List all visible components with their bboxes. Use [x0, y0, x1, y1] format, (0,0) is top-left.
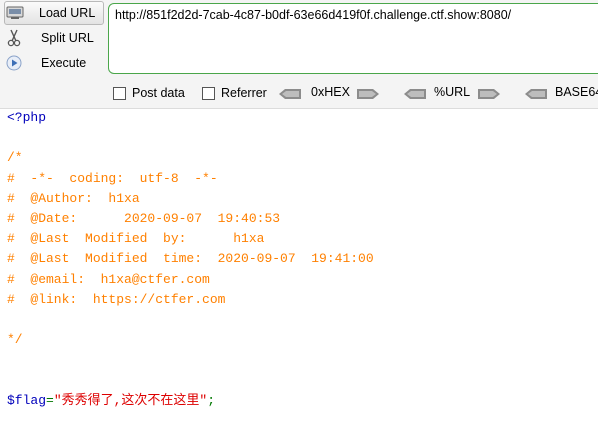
assign-operator: = [46, 392, 54, 408]
options-bar: Post data Referrer 0xHEX %URL BASE64 [0, 82, 598, 104]
php-open-tag: <?php [7, 110, 47, 125]
code-line: # @Last Modified time: 2020-09-07 19:41:… [7, 249, 598, 269]
referrer-checkbox-box[interactable] [202, 86, 215, 100]
hex-encode-arrow-icon[interactable] [357, 88, 379, 102]
execute-button[interactable]: Execute [4, 52, 102, 74]
base64-label: BASE64 [555, 85, 598, 99]
comment-open: /* [7, 150, 23, 166]
comment-date: # @Date: 2020-09-07 19:40:53 [7, 210, 281, 226]
scissors-icon [4, 29, 24, 47]
code-line: # @link: https://ctfer.com [7, 290, 598, 310]
comment-modified-by: # @Last Modified by: h1xa [7, 231, 265, 247]
play-icon [4, 54, 24, 72]
comment-email: # @email: h1xa@ctfer.com [7, 271, 210, 287]
code-line: # @email: h1xa@ctfer.com [7, 270, 598, 290]
hex-label: 0xHEX [311, 85, 350, 99]
url-encode-arrow-icon[interactable] [478, 88, 500, 102]
base64-decode-arrow-icon[interactable] [525, 88, 547, 102]
code-line: # -*- coding: utf-8 -*- [7, 169, 598, 189]
load-url-button[interactable]: Load URL [4, 1, 104, 25]
flag-string: "秀秀得了,这次不在这里" [53, 392, 208, 408]
url-encode-label: %URL [434, 85, 471, 99]
flag-variable: $flag [7, 392, 47, 408]
post-data-checkbox-box[interactable] [113, 86, 126, 100]
comment-coding: # -*- coding: utf-8 -*- [7, 170, 218, 186]
code-line: # @Author: h1xa [7, 189, 598, 209]
php-source-view: <?php /* # -*- coding: utf-8 -*- # @Auth… [0, 108, 598, 432]
url-input[interactable]: http://851f2d2d-7cab-4c87-b0df-63e66d419… [108, 3, 598, 74]
code-line: */ [7, 330, 598, 350]
code-line: # @Last Modified by: h1xa [7, 229, 598, 249]
comment-modified-time: # @Last Modified time: 2020-09-07 19:41:… [7, 251, 374, 267]
comment-close: */ [7, 332, 23, 348]
post-data-checkbox[interactable]: Post data [113, 86, 185, 100]
code-line: <?php [7, 108, 598, 128]
code-line: $flag="秀秀得了,这次不在这里"; [7, 391, 598, 411]
hex-decode-arrow-icon[interactable] [279, 88, 301, 102]
referrer-label: Referrer [221, 86, 267, 100]
post-data-label: Post data [132, 86, 185, 100]
split-url-button[interactable]: Split URL [4, 27, 102, 49]
referrer-checkbox[interactable]: Referrer [202, 86, 267, 100]
code-line: # @Date: 2020-09-07 19:40:53 [7, 209, 598, 229]
hackbar-actions: Load URL Split URL Execute [0, 0, 106, 80]
semicolon: ; [207, 392, 216, 408]
url-decode-arrow-icon[interactable] [404, 88, 426, 102]
comment-author: # @Author: h1xa [7, 190, 140, 206]
comment-link: # @link: https://ctfer.com [7, 291, 226, 307]
execute-label: Execute [41, 56, 87, 70]
split-url-label: Split URL [41, 31, 94, 45]
load-url-label: Load URL [39, 6, 96, 20]
load-url-icon [5, 4, 25, 22]
code-line: /* [7, 148, 598, 168]
hackbar-toolbar: Load URL Split URL Execute http://851f2d… [0, 0, 598, 109]
